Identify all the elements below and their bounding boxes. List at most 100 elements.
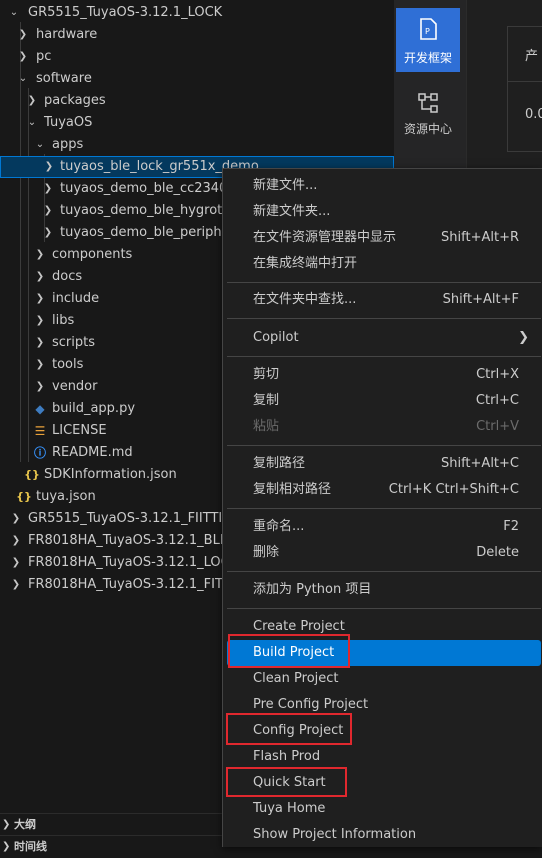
menu-item-config-project[interactable]: Config Project: [227, 718, 541, 744]
menu-item-label: 粘贴: [253, 419, 280, 434]
tree-row-root[interactable]: ⌄ GR5515_TuyaOS-3.12.1_LOCK: [0, 2, 394, 24]
chevron-right-icon: ❯: [35, 271, 45, 282]
chevron-right-icon: ❯: [11, 513, 21, 524]
tree-row-label: vendor: [52, 379, 98, 394]
menu-item-label: Clean Project: [253, 671, 339, 686]
tree-row-label: include: [52, 291, 100, 306]
menu-item-copilot[interactable]: Copilot ❯: [227, 325, 541, 351]
menu-item-quick-start[interactable]: Quick Start: [227, 770, 541, 796]
menu-item-pre-config-project[interactable]: Pre Config Project: [227, 692, 541, 718]
tree-row-label: docs: [52, 269, 83, 284]
json-file-icon: {}: [24, 468, 40, 481]
chevron-right-icon: ❯: [27, 95, 37, 106]
menu-item-label: 在文件资源管理器中显示: [253, 230, 397, 245]
tree-row-label: tuya.json: [36, 489, 96, 504]
panel-header-text: 产: [525, 49, 539, 64]
menu-separator: [227, 282, 541, 283]
tree-row-folder[interactable]: ❯ pc: [0, 46, 394, 68]
timeline-label: 时间线: [14, 840, 47, 853]
menu-separator: [227, 318, 541, 319]
tree-row-folder[interactable]: ❯ packages: [0, 90, 394, 112]
tree-row-label: packages: [44, 93, 106, 108]
chevron-down-icon: ⌄: [35, 139, 45, 150]
menu-item-find-in-folder[interactable]: 在文件夹中查找... Shift+Alt+F: [227, 287, 541, 313]
menu-item-shortcut: Ctrl+X: [476, 367, 519, 382]
tree-row-label: tuyaos_demo_ble_hygrother: [60, 203, 244, 218]
menu-item-copy[interactable]: 复制 Ctrl+C: [227, 388, 541, 414]
tree-row-folder[interactable]: ⌄ TuyaOS: [0, 112, 394, 134]
card-divider: [508, 81, 542, 82]
resource-hub-button[interactable]: 资源中心: [396, 82, 460, 142]
menu-item-reveal-in-explorer[interactable]: 在文件资源管理器中显示 Shift+Alt+R: [227, 225, 541, 251]
framework-button[interactable]: P 开发框架: [396, 8, 460, 72]
license-file-icon: ☰: [34, 424, 46, 438]
tree-row-folder[interactable]: ❯ hardware: [0, 24, 394, 46]
menu-item-label: 剪切: [253, 367, 280, 382]
context-menu: 新建文件... 新建文件夹... 在文件资源管理器中显示 Shift+Alt+R …: [222, 168, 542, 847]
menu-separator: [227, 356, 541, 357]
menu-item-copy-path[interactable]: 复制路径 Shift+Alt+C: [227, 451, 541, 477]
tree-row-label: FR8018HA_TuyaOS-3.12.1_LOCK: [28, 555, 239, 570]
tree-row-label: tuyaos_demo_ble_peripheral: [60, 225, 247, 240]
tree-row-folder[interactable]: ⌄ software: [0, 68, 394, 90]
framework-icon: P: [420, 18, 437, 40]
menu-item-label: Create Project: [253, 619, 345, 634]
menu-item-open-in-terminal[interactable]: 在集成终端中打开: [227, 251, 541, 277]
tree-row-folder[interactable]: ⌄ apps: [0, 134, 394, 156]
menu-item-tuya-home[interactable]: Tuya Home: [227, 796, 541, 822]
menu-item-copy-relative-path[interactable]: 复制相对路径 Ctrl+K Ctrl+Shift+C: [227, 477, 541, 503]
chevron-right-icon: ❯: [11, 579, 21, 590]
outline-section-header[interactable]: ❯ 大纲: [0, 813, 222, 836]
chevron-right-icon: ❯: [35, 293, 45, 304]
menu-item-new-file[interactable]: 新建文件...: [227, 173, 541, 199]
tree-row-label: GR5515_TuyaOS-3.12.1_LOCK: [28, 5, 223, 20]
menu-item-show-project-information[interactable]: Show Project Information: [227, 822, 541, 848]
menu-item-label: 复制路径: [253, 456, 306, 471]
menu-item-rename[interactable]: 重命名... F2: [227, 514, 541, 540]
menu-item-delete[interactable]: 删除 Delete: [227, 540, 541, 566]
chevron-right-icon: ❯: [35, 381, 45, 392]
menu-item-label: 复制相对路径: [253, 482, 332, 497]
menu-item-new-folder[interactable]: 新建文件夹...: [227, 199, 541, 225]
resource-hub-label: 资源中心: [403, 122, 452, 136]
chevron-down-icon: ⌄: [18, 73, 28, 84]
resource-hub-icon: [418, 93, 438, 113]
info-file-icon: ⓘ: [33, 446, 46, 460]
chevron-right-icon: ❯: [43, 205, 53, 216]
python-file-icon: ◆: [35, 402, 45, 416]
menu-item-create-project[interactable]: Create Project: [227, 614, 541, 640]
tree-row-label: README.md: [52, 445, 133, 460]
menu-item-label: 复制: [253, 393, 280, 408]
menu-item-clean-project[interactable]: Clean Project: [227, 666, 541, 692]
menu-item-flash-prod[interactable]: Flash Prod: [227, 744, 541, 770]
menu-item-label: Quick Start: [253, 775, 326, 790]
menu-item-label: 重命名...: [253, 519, 305, 534]
menu-item-cut[interactable]: 剪切 Ctrl+X: [227, 362, 541, 388]
chevron-down-icon: ⌄: [27, 117, 37, 128]
tree-row-label: components: [52, 247, 133, 262]
tree-row-label: libs: [52, 313, 75, 328]
chevron-right-icon: ❯: [2, 819, 11, 830]
tree-row-label: software: [36, 71, 92, 86]
panel-value-text: 0.0: [525, 107, 542, 122]
menu-item-shortcut: Delete: [476, 545, 519, 560]
chevron-right-icon: ❯: [35, 249, 45, 260]
menu-item-label: 在文件夹中查找...: [253, 292, 357, 307]
menu-item-label: 添加为 Python 项目: [253, 582, 372, 597]
outline-label: 大纲: [14, 818, 36, 831]
menu-item-paste: 粘贴 Ctrl+V: [227, 414, 541, 440]
chevron-right-icon: ❯: [11, 557, 21, 568]
chevron-right-icon: ❯: [35, 315, 45, 326]
menu-item-shortcut: Shift+Alt+C: [440, 456, 519, 471]
menu-item-add-python-project[interactable]: 添加为 Python 项目: [227, 577, 541, 603]
menu-item-build-project[interactable]: Build Project: [227, 640, 541, 666]
tree-row-label: build_app.py: [52, 401, 136, 416]
menu-item-shortcut: Ctrl+C: [475, 393, 519, 408]
menu-item-shortcut: Ctrl+V: [476, 419, 519, 434]
tree-row-label: pc: [36, 49, 52, 64]
chevron-down-icon: ⌄: [9, 7, 19, 18]
chevron-right-icon: ❯: [35, 337, 45, 348]
menu-item-label: 新建文件夹...: [253, 204, 331, 219]
chevron-right-icon: ❯: [2, 841, 11, 852]
menu-separator: [227, 445, 541, 446]
